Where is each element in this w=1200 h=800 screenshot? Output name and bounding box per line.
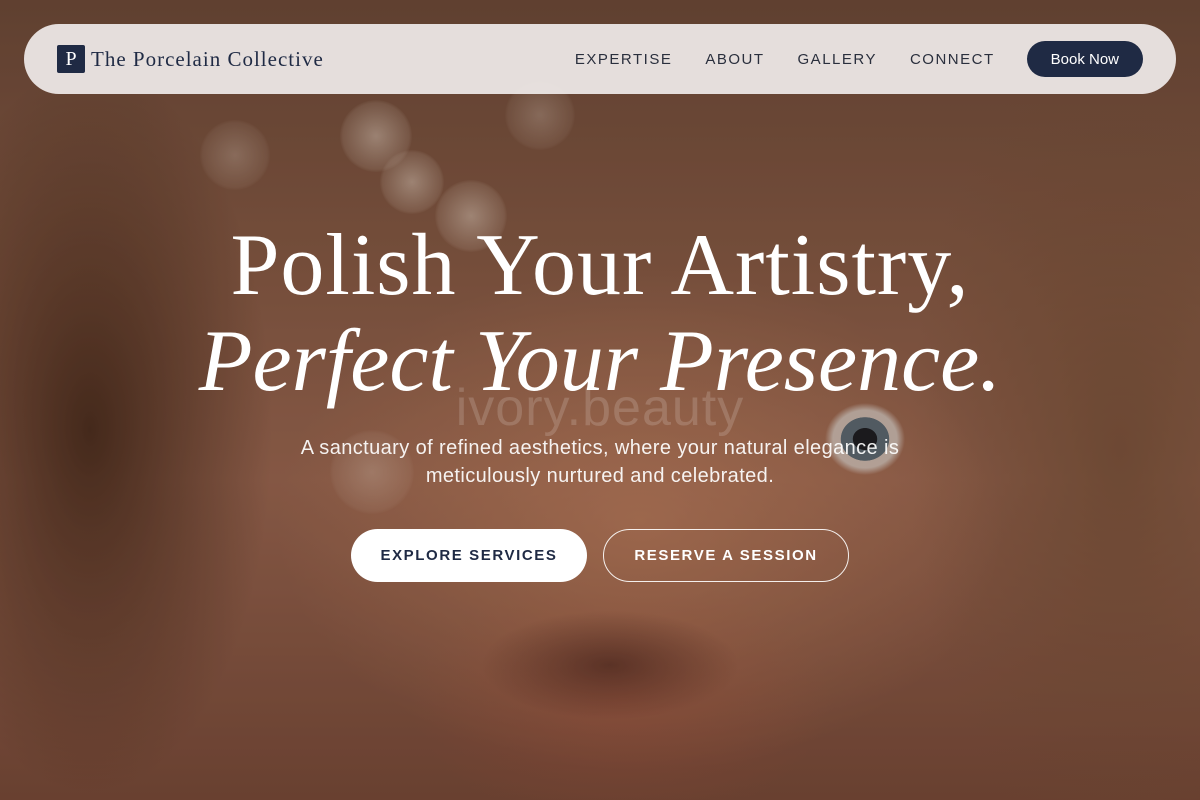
- navbar: P The Porcelain Collective EXPERTISE ABO…: [24, 24, 1176, 94]
- explore-services-button[interactable]: EXPLORE SERVICES: [351, 529, 587, 582]
- nav-link-expertise[interactable]: EXPERTISE: [575, 51, 672, 68]
- reserve-session-button[interactable]: RESERVE A SESSION: [603, 529, 849, 582]
- nav-link-about[interactable]: ABOUT: [705, 51, 764, 68]
- headline-line-2: Perfect Your Presence.: [198, 313, 1002, 410]
- headline-line-1: Polish Your Artistry,: [230, 217, 970, 314]
- hero-headline: Polish Your Artistry, Perfect Your Prese…: [0, 218, 1200, 410]
- brand-name: The Porcelain Collective: [91, 46, 324, 71]
- hero-subtitle: A sanctuary of refined aesthetics, where…: [300, 437, 900, 487]
- cta-row: EXPLORE SERVICES RESERVE A SESSION: [0, 529, 1200, 582]
- brand-mark-icon: P: [57, 45, 85, 73]
- hero-section: ivory.beauty P The Porcelain Collective …: [0, 0, 1200, 800]
- nav-link-gallery[interactable]: GALLERY: [798, 51, 877, 68]
- brand-logo[interactable]: P The Porcelain Collective: [57, 45, 324, 73]
- nav-link-connect[interactable]: CONNECT: [910, 51, 995, 68]
- nav-links: EXPERTISE ABOUT GALLERY CONNECT Book Now: [575, 41, 1143, 77]
- book-now-button[interactable]: Book Now: [1026, 41, 1143, 77]
